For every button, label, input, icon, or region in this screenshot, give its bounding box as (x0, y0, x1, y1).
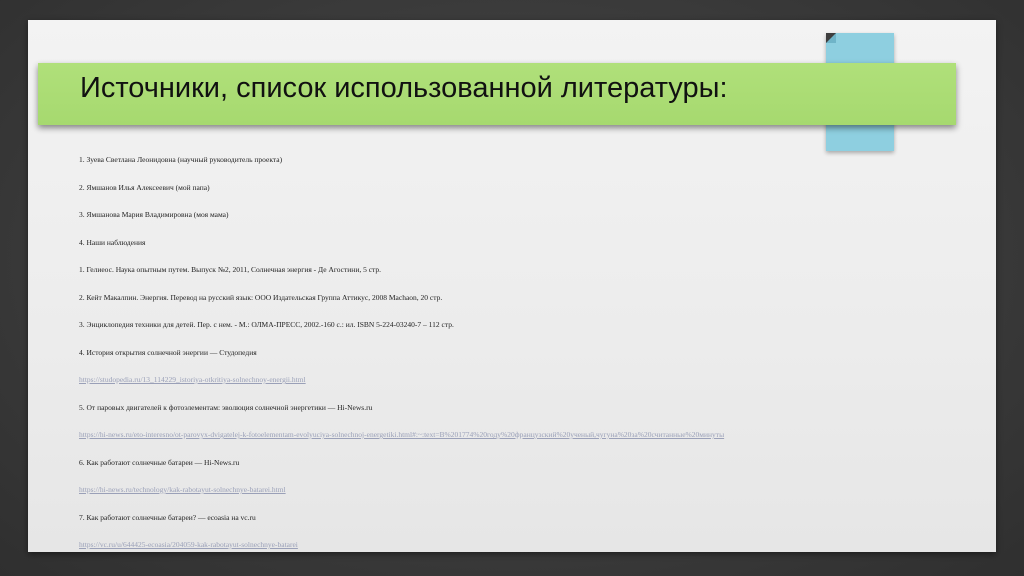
slide: Источники, список использованной литерат… (28, 20, 996, 552)
reference-item: 4. История открытия солнечной энергии — … (79, 347, 257, 357)
reference-item: 7. Как работают солнечные батареи? — eco… (79, 512, 256, 522)
reference-link[interactable]: https://hi-news.ru/eto-interesno/ot-paro… (79, 430, 979, 458)
reference-item: 3. Энциклопедия техники для детей. Пер. … (79, 320, 454, 329)
reference-link[interactable]: https://hi-news.ru/technology/kak-rabota… (79, 485, 979, 513)
reference-item: 2. Кейт Макалпин. Энергия. Перевод на ру… (79, 292, 443, 302)
reference-item: 4. Наши наблюдения (79, 237, 146, 247)
reference-list: 1. Зуева Светлана Леонидовна (научный ру… (79, 155, 979, 568)
accent-tab-fold (826, 33, 836, 43)
reference-item: 5. От паровых двигателей к фотоэлементам… (79, 402, 373, 412)
reference-item: 2. Ямшанов Илья Алексеевич (мой папа) (79, 182, 210, 192)
reference-link[interactable]: https://vc.ru/u/644425-ecoasia/204059-ka… (79, 540, 979, 568)
reference-item: 1. Гелиеос. Наука опытным путем. Выпуск … (79, 265, 382, 274)
reference-item: 6. Как работают солнечные батареи — Hi-N… (79, 457, 240, 467)
reference-item: 1. Зуева Светлана Леонидовна (научный ру… (79, 155, 283, 164)
slide-title: Источники, список использованной литерат… (80, 72, 728, 104)
reference-link[interactable]: https://studopedia.ru/13_114229_istoriya… (79, 375, 979, 403)
reference-item: 3. Ямшанова Мария Владимировна (моя мама… (79, 210, 229, 219)
